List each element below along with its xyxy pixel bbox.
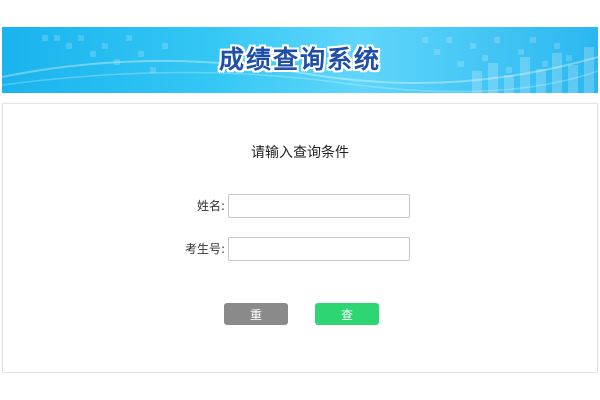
exam-number-row: 考生号: bbox=[3, 237, 597, 261]
query-form-panel: 请输入查询条件 姓名: 考生号: 重 置 查 询 bbox=[2, 103, 598, 373]
banner-title: 成绩查询系统 bbox=[2, 27, 598, 93]
name-input[interactable] bbox=[228, 194, 410, 218]
form-title: 请输入查询条件 bbox=[251, 145, 349, 161]
name-label: 姓名: bbox=[196, 199, 225, 213]
reset-button[interactable]: 重 置 bbox=[224, 303, 288, 344]
exam-number-input[interactable] bbox=[228, 237, 410, 261]
exam-number-label: 考生号: bbox=[184, 242, 225, 256]
banner-title-text: 成绩查询系统 bbox=[218, 45, 381, 74]
header-banner: 成绩查询系统 bbox=[2, 27, 598, 93]
page: 成绩查询系统 请输入查询条件 姓名: 考生号: 重 置 查 询 bbox=[0, 0, 600, 400]
query-button[interactable]: 查 询 bbox=[315, 303, 379, 344]
name-row: 姓名: bbox=[3, 194, 597, 218]
